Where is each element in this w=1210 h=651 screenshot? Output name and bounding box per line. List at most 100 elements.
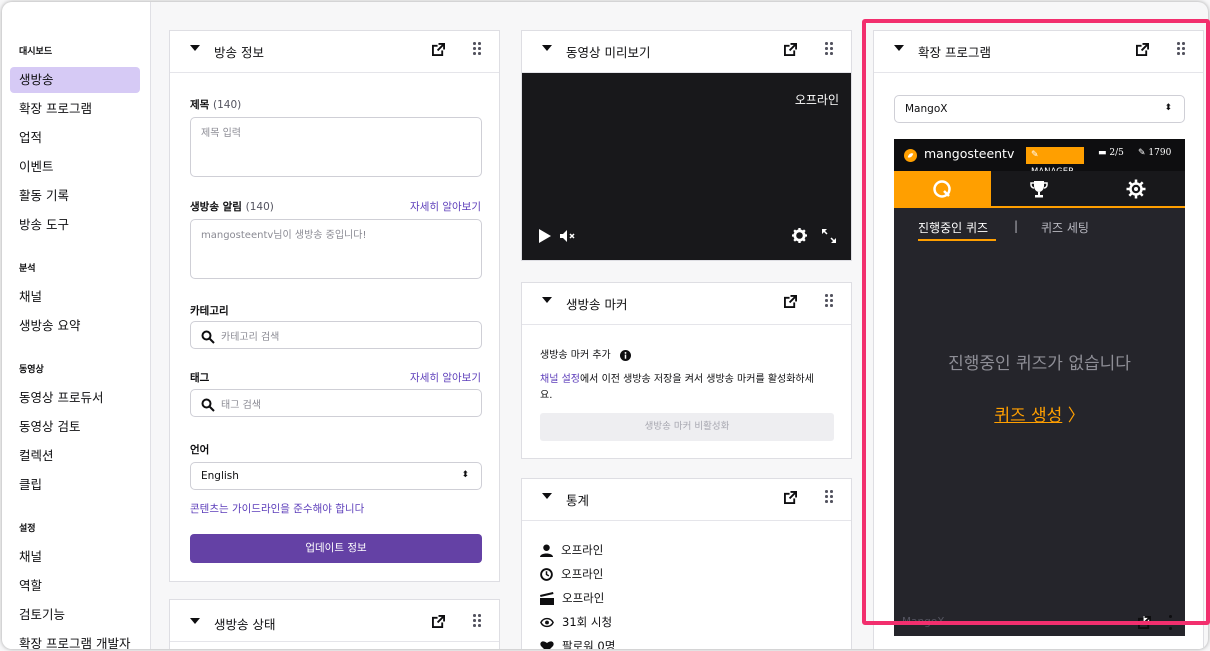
stream-health-panel: 생방송 상태 — [169, 599, 500, 649]
sidebar-item-video-review[interactable]: 동영상 검토 — [10, 414, 140, 440]
panel-title: 생방송 마커 — [566, 297, 628, 312]
tags-search-input[interactable]: 태그 검색 — [190, 389, 482, 417]
sidebar-item-clips[interactable]: 클립 — [10, 472, 140, 498]
drag-handle-icon[interactable] — [473, 42, 483, 58]
sidebar-section-settings: 설정 — [19, 524, 36, 534]
sidebar-section-video: 동영상 — [19, 365, 44, 375]
stat-viewers-value: 오프라인 — [561, 543, 604, 557]
notify-input[interactable]: mangosteentv님이 생방송 중입니다! — [190, 219, 482, 279]
clock-icon — [540, 568, 553, 581]
panel-title: 방송 정보 — [214, 45, 264, 60]
marker-description-text: 에서 이전 생방송 저장을 켜서 생방송 마커를 활성화하세 — [579, 374, 814, 385]
tags-label: 태그 — [190, 372, 210, 384]
sidebar-item-roles[interactable]: 역할 — [10, 573, 140, 599]
panel-header: 동영상 미리보기 — [522, 31, 851, 73]
collapse-caret-icon[interactable] — [542, 297, 552, 303]
info-icon[interactable] — [619, 349, 631, 361]
tags-placeholder: 태그 검색 — [221, 400, 261, 411]
sidebar-item-channel-analytics[interactable]: 채널 — [10, 284, 140, 310]
sidebar-item-stream-summary[interactable]: 생방송 요약 — [10, 313, 140, 339]
title-label-text: 제목 — [190, 99, 210, 111]
marker-description-line2: 요. — [540, 390, 553, 401]
stat-views-value: 31회 시청 — [562, 615, 613, 629]
notify-label: 생방송 알림 (140) — [190, 199, 274, 214]
stat-clips-value: 오프라인 — [562, 591, 605, 605]
highlight-annotation — [862, 19, 1210, 625]
stat-uptime: 오프라인 — [540, 566, 603, 582]
update-info-button[interactable]: 업데이트 정보 — [190, 534, 482, 563]
popout-icon[interactable] — [432, 615, 445, 628]
panel-title: 동영상 미리보기 — [566, 45, 651, 60]
panel-header: 생방송 마커 — [522, 283, 851, 325]
search-icon — [201, 398, 215, 412]
sidebar: 대시보드 생방송 확장 프로그램 업적 이벤트 활동 기록 방송 도구 분석 채… — [2, 2, 150, 649]
panel-title: 통계 — [566, 493, 590, 508]
category-search-input[interactable]: 카테고리 검색 — [190, 321, 482, 349]
sidebar-item-activity[interactable]: 활동 기록 — [10, 183, 140, 209]
clapper-icon — [540, 592, 554, 605]
language-select[interactable]: English ⬍ — [190, 462, 482, 490]
sidebar-item-extension-developer[interactable]: 확장 프로그램 개발자 — [10, 631, 140, 649]
sidebar-divider — [150, 2, 151, 649]
play-icon[interactable] — [538, 229, 552, 243]
notify-char-count: (140) — [245, 201, 274, 213]
notify-learn-more-link[interactable]: 자세히 알아보기 — [410, 199, 481, 214]
select-arrows-icon: ⬍ — [461, 470, 469, 480]
tags-learn-more-link[interactable]: 자세히 알아보기 — [410, 370, 481, 385]
title-char-count: (140) — [212, 99, 242, 111]
stat-clips: 오프라인 — [540, 590, 604, 606]
fullscreen-icon[interactable] — [822, 229, 836, 243]
stat-uptime-value: 오프라인 — [561, 567, 604, 581]
category-label: 카테고리 — [190, 305, 229, 317]
marker-disabled-button: 생방송 마커 비활성화 — [540, 413, 834, 441]
title-input[interactable]: 제목 입력 — [190, 117, 482, 177]
video-preview-panel: 동영상 미리보기 오프라인 — [521, 30, 852, 261]
drag-handle-icon[interactable] — [825, 490, 835, 506]
title-label: 제목 (140) — [190, 97, 241, 112]
drag-handle-icon[interactable] — [825, 42, 835, 58]
marker-description: 채널 설정에서 이전 생방송 저장을 켜서 생방송 마커를 활성화하세요. — [540, 372, 840, 404]
popout-icon[interactable] — [784, 491, 797, 504]
add-marker-label: 생방송 마커 추가 — [540, 346, 631, 361]
sidebar-item-events[interactable]: 이벤트 — [10, 154, 140, 180]
collapse-caret-icon[interactable] — [190, 618, 200, 624]
add-marker-text: 생방송 마커 추가 — [540, 350, 611, 361]
search-icon — [201, 330, 215, 344]
notify-label-text: 생방송 알림 — [190, 201, 242, 213]
panel-header: 방송 정보 — [170, 31, 499, 73]
collapse-caret-icon[interactable] — [542, 493, 552, 499]
video-player[interactable]: 오프라인 — [522, 73, 851, 260]
stats-panel: 통계 오프라인 오프라인 오프라인 31회 시청 팔로워 0명 — [521, 478, 852, 649]
language-value: English — [201, 470, 239, 482]
sidebar-item-live[interactable]: 생방송 — [10, 67, 140, 93]
sidebar-item-collections[interactable]: 컬렉션 — [10, 443, 140, 469]
eye-icon — [540, 617, 554, 628]
collapse-caret-icon[interactable] — [542, 45, 552, 51]
category-placeholder: 카테고리 검색 — [221, 332, 280, 343]
channel-settings-link[interactable]: 채널 설정 — [540, 374, 580, 385]
sidebar-item-video-producer[interactable]: 동영상 프로듀서 — [10, 385, 140, 411]
sidebar-section-dashboard: 대시보드 — [19, 47, 53, 57]
heart-icon — [540, 641, 554, 649]
sidebar-item-moderation[interactable]: 검토기능 — [10, 602, 140, 628]
settings-gear-icon[interactable] — [792, 228, 807, 243]
broadcast-info-panel: 방송 정보 제목 (140) 제목 입력 생방송 알림 (140) 자세히 알아… — [169, 30, 500, 582]
popout-icon[interactable] — [432, 43, 445, 56]
mute-icon[interactable] — [560, 230, 576, 242]
stat-views: 31회 시청 — [540, 614, 612, 630]
popout-icon[interactable] — [784, 295, 797, 308]
sidebar-item-broadcast-tools[interactable]: 방송 도구 — [10, 212, 140, 238]
collapse-caret-icon[interactable] — [190, 45, 200, 51]
popout-icon[interactable] — [784, 43, 797, 56]
drag-handle-icon[interactable] — [825, 294, 835, 310]
panel-title: 생방송 상태 — [214, 617, 276, 632]
offline-status: 오프라인 — [794, 93, 839, 107]
person-icon — [540, 544, 553, 557]
sidebar-item-extensions[interactable]: 확장 프로그램 — [10, 96, 140, 122]
drag-handle-icon[interactable] — [473, 614, 483, 630]
stat-followers: 팔로워 0명 — [540, 638, 615, 649]
sidebar-item-channel-settings[interactable]: 채널 — [10, 544, 140, 570]
guidelines-link[interactable]: 콘텐츠는 가이드라인을 준수해야 합니다 — [190, 501, 364, 516]
sidebar-item-achievements[interactable]: 업적 — [10, 125, 140, 151]
panel-header: 통계 — [522, 479, 851, 521]
